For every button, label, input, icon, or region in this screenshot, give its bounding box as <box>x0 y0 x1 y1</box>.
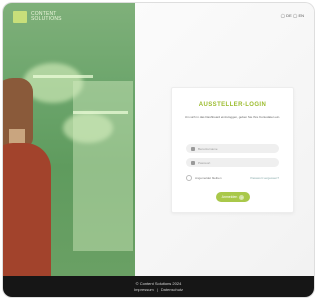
footer-separator: | <box>156 286 158 292</box>
arrow-right-icon: › <box>239 194 245 200</box>
brand-line2: SOLUTIONS <box>31 16 62 22</box>
person-jacket <box>3 143 51 276</box>
login-button-label: Anmelden <box>221 195 238 199</box>
username-placeholder: Benutzername <box>198 146 218 151</box>
login-button[interactable]: Anmelden › <box>216 192 250 202</box>
login-description: Um sich in das Dashboard einzuloggen, ge… <box>184 115 281 119</box>
imprint-link[interactable]: Impressum <box>134 287 154 293</box>
user-icon <box>191 146 195 151</box>
username-field[interactable]: Benutzername <box>186 144 279 153</box>
hero-photo: CONTENT SOLUTIONS <box>3 3 135 276</box>
login-title: AUSSTELLER-LOGIN <box>198 102 267 108</box>
language-switch[interactable]: ◯ DE ◯ EN <box>281 13 304 18</box>
lock-icon <box>191 160 195 165</box>
light-strip <box>73 111 128 114</box>
footer-links: Impressum | Datenschutz <box>134 287 183 293</box>
app-window: CONTENT SOLUTIONS ◯ DE ◯ EN AUSSTELLER-L… <box>3 3 314 297</box>
brand-logo[interactable]: CONTENT SOLUTIONS <box>13 11 62 23</box>
remember-me[interactable]: Angemeldet bleiben <box>186 175 222 181</box>
remember-label: Angemeldet bleiben <box>195 176 222 180</box>
forgot-password-link[interactable]: Passwort vergessen? <box>250 176 279 180</box>
privacy-link[interactable]: Datenschutz <box>161 287 183 293</box>
background-shelf <box>73 81 133 251</box>
logo-icon <box>13 11 27 23</box>
login-card: AUSSTELLER-LOGIN Um sich in das Dashboar… <box>171 87 294 213</box>
login-area: ◯ DE ◯ EN AUSSTELLER-LOGIN Um sich in da… <box>135 3 314 276</box>
footer: © Content Solutions 2024 Impressum | Dat… <box>3 276 314 297</box>
password-placeholder: Passwort <box>198 160 211 165</box>
light-strip <box>33 75 93 78</box>
login-options: Angemeldet bleiben Passwort vergessen? <box>186 174 279 182</box>
password-field[interactable]: Passwort <box>186 158 279 167</box>
remember-checkbox[interactable] <box>186 175 192 181</box>
